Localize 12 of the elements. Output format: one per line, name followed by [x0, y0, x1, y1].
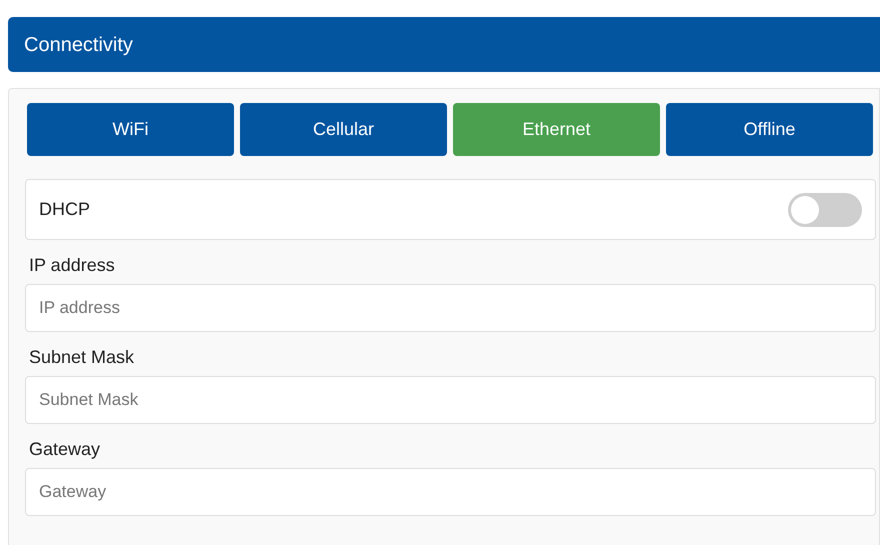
- field-label: Gateway: [28, 438, 102, 460]
- mode-tab[interactable]: WiFi: [27, 103, 234, 156]
- section-title: Connectivity: [24, 32, 133, 58]
- mode-tab[interactable]: Cellular: [240, 103, 447, 156]
- mode-tab[interactable]: Offline: [666, 103, 873, 156]
- field-label: IP address: [28, 254, 116, 276]
- dhcp-toggle[interactable]: [788, 192, 862, 226]
- dhcp-label: DHCP: [39, 198, 90, 221]
- text-field[interactable]: Subnet Mask: [25, 376, 876, 424]
- text-field[interactable]: Gateway: [25, 468, 876, 516]
- text-field[interactable]: IP address: [25, 284, 876, 332]
- field-label: Subnet Mask: [28, 346, 136, 368]
